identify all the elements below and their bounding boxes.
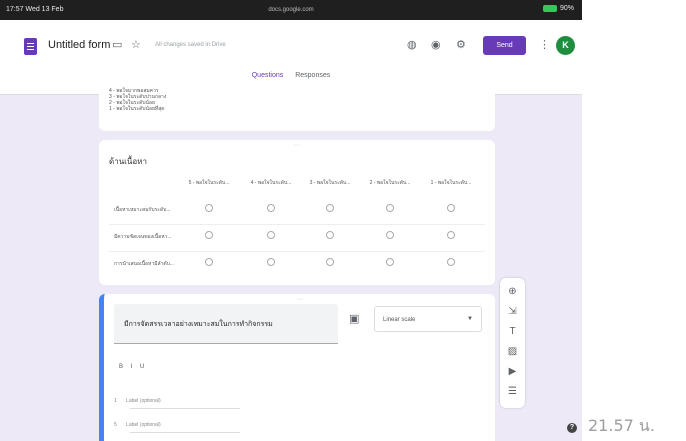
add-section-icon[interactable]: ☰ <box>500 387 525 397</box>
scale-number: 1 <box>114 398 117 404</box>
chevron-down-icon: ▼ <box>467 316 473 322</box>
grid-radio[interactable] <box>205 231 213 239</box>
grid-radio[interactable] <box>386 231 394 239</box>
scale-option-row[interactable]: 1 Label (optional) <box>114 398 161 404</box>
add-video-icon[interactable]: ▶ <box>500 367 525 377</box>
input-underline <box>130 432 240 433</box>
grid-question-card[interactable]: ⋯ ด้านเนื้อหา 5 - พอใจในระดับ... 4 - พอใ… <box>99 140 495 285</box>
grid-radio[interactable] <box>386 204 394 212</box>
grid-radio[interactable] <box>267 204 275 212</box>
scale-label-input[interactable]: Label (optional) <box>126 422 160 428</box>
grid-radio[interactable] <box>326 231 334 239</box>
scale-label-input[interactable]: Label (optional) <box>126 398 160 404</box>
input-underline <box>130 408 240 409</box>
tab-responses[interactable]: Responses <box>295 72 330 84</box>
floating-toolbar: ⊕ ⇲ T ▨ ▶ ☰ <box>500 278 525 408</box>
avatar[interactable]: K <box>556 36 575 55</box>
message-timestamp: 21.57 น. <box>588 416 655 435</box>
grid-row-label: การนำเสนอเนื้อหามีลำดับ... <box>114 261 174 267</box>
scale-option-row[interactable]: 5 Label (optional) <box>114 422 161 428</box>
tablet-screen: 17:57 Wed 13 Feb docs.google.com 90% Unt… <box>0 0 582 441</box>
grid-row-label: มีความชัดเจนของเนื้อหา... <box>114 234 172 240</box>
status-right: 90% <box>542 5 574 12</box>
grid-radio[interactable] <box>326 204 334 212</box>
star-icon[interactable]: ☆ <box>131 40 141 51</box>
drag-handle[interactable]: ⋯ <box>99 142 495 149</box>
grid-radio[interactable] <box>267 258 275 266</box>
scale-number: 5 <box>114 422 117 428</box>
grid-radio[interactable] <box>447 204 455 212</box>
folder-icon[interactable]: ▭ <box>112 40 122 51</box>
question-text: มีการจัดสรรเวลาอย่างเหมาะสมในการทำกิจกรร… <box>124 321 273 328</box>
forms-logo-icon[interactable] <box>24 38 37 55</box>
add-image-icon[interactable]: ▨ <box>500 347 525 357</box>
settings-icon[interactable]: ⚙ <box>456 40 466 51</box>
row-divider <box>109 251 485 252</box>
add-image-icon[interactable]: ▣ <box>349 314 359 325</box>
scale-line: 1 - พอใจในระดับน้อยที่สุด <box>109 106 165 112</box>
save-status: All changes saved in Drive <box>155 42 226 48</box>
more-options-icon[interactable]: ⋮ <box>539 40 550 51</box>
preview-icon[interactable]: ◉ <box>431 40 441 51</box>
active-question-card[interactable]: ⋯ มีการจัดสรรเวลาอย่างเหมาะสมในการทำกิจก… <box>99 294 495 441</box>
grid-radio[interactable] <box>447 231 455 239</box>
grid-column-header: 3 - พอใจในระดับ... <box>309 180 351 186</box>
form-title[interactable]: Untitled form <box>48 39 110 51</box>
question-input[interactable]: มีการจัดสรรเวลาอย่างเหมาะสมในการทำกิจกรร… <box>114 304 338 344</box>
grid-column-header: 1 - พอใจในระดับ... <box>430 180 472 186</box>
grid-row-label: เนื้อหาเหมาะสมกับระดับ... <box>114 207 171 213</box>
palette-icon[interactable]: ◍ <box>407 40 417 51</box>
scale-description: 4 - พอใจมากพอสมควร 3 - พอใจในระดับปานกลา… <box>109 88 166 112</box>
import-questions-icon[interactable]: ⇲ <box>500 307 525 317</box>
description-card: 4 - พอใจมากพอสมควร 3 - พอใจในระดับปานกลา… <box>99 84 495 131</box>
add-title-icon[interactable]: T <box>500 327 525 337</box>
grid-question-title: ด้านเนื้อหา <box>109 157 147 166</box>
drag-handle[interactable]: ⋯ <box>104 296 495 303</box>
format-toolbar[interactable]: B I U <box>119 364 147 370</box>
battery-level: 90% <box>559 5 574 12</box>
add-question-icon[interactable]: ⊕ <box>500 287 525 297</box>
status-url: docs.google.com <box>268 7 314 13</box>
question-type-select[interactable]: Linear scale ▼ <box>374 306 482 332</box>
grid-radio[interactable] <box>447 258 455 266</box>
grid-column-header: 5 - พอใจในระดับ... <box>188 180 230 186</box>
grid-column-header: 2 - พอใจในระดับ... <box>369 180 411 186</box>
send-button[interactable]: Send <box>483 36 526 55</box>
grid-radio[interactable] <box>267 231 275 239</box>
grid-radio[interactable] <box>205 204 213 212</box>
grid-radio[interactable] <box>326 258 334 266</box>
grid-radio[interactable] <box>205 258 213 266</box>
help-icon[interactable]: ? <box>567 423 577 433</box>
grid-column-header: 4 - พอใจในระดับ... <box>250 180 292 186</box>
status-bar: 17:57 Wed 13 Feb docs.google.com 90% <box>0 0 582 20</box>
grid-radio[interactable] <box>386 258 394 266</box>
question-type-label: Linear scale <box>383 317 416 323</box>
battery-icon <box>542 5 557 12</box>
row-divider <box>109 224 485 225</box>
